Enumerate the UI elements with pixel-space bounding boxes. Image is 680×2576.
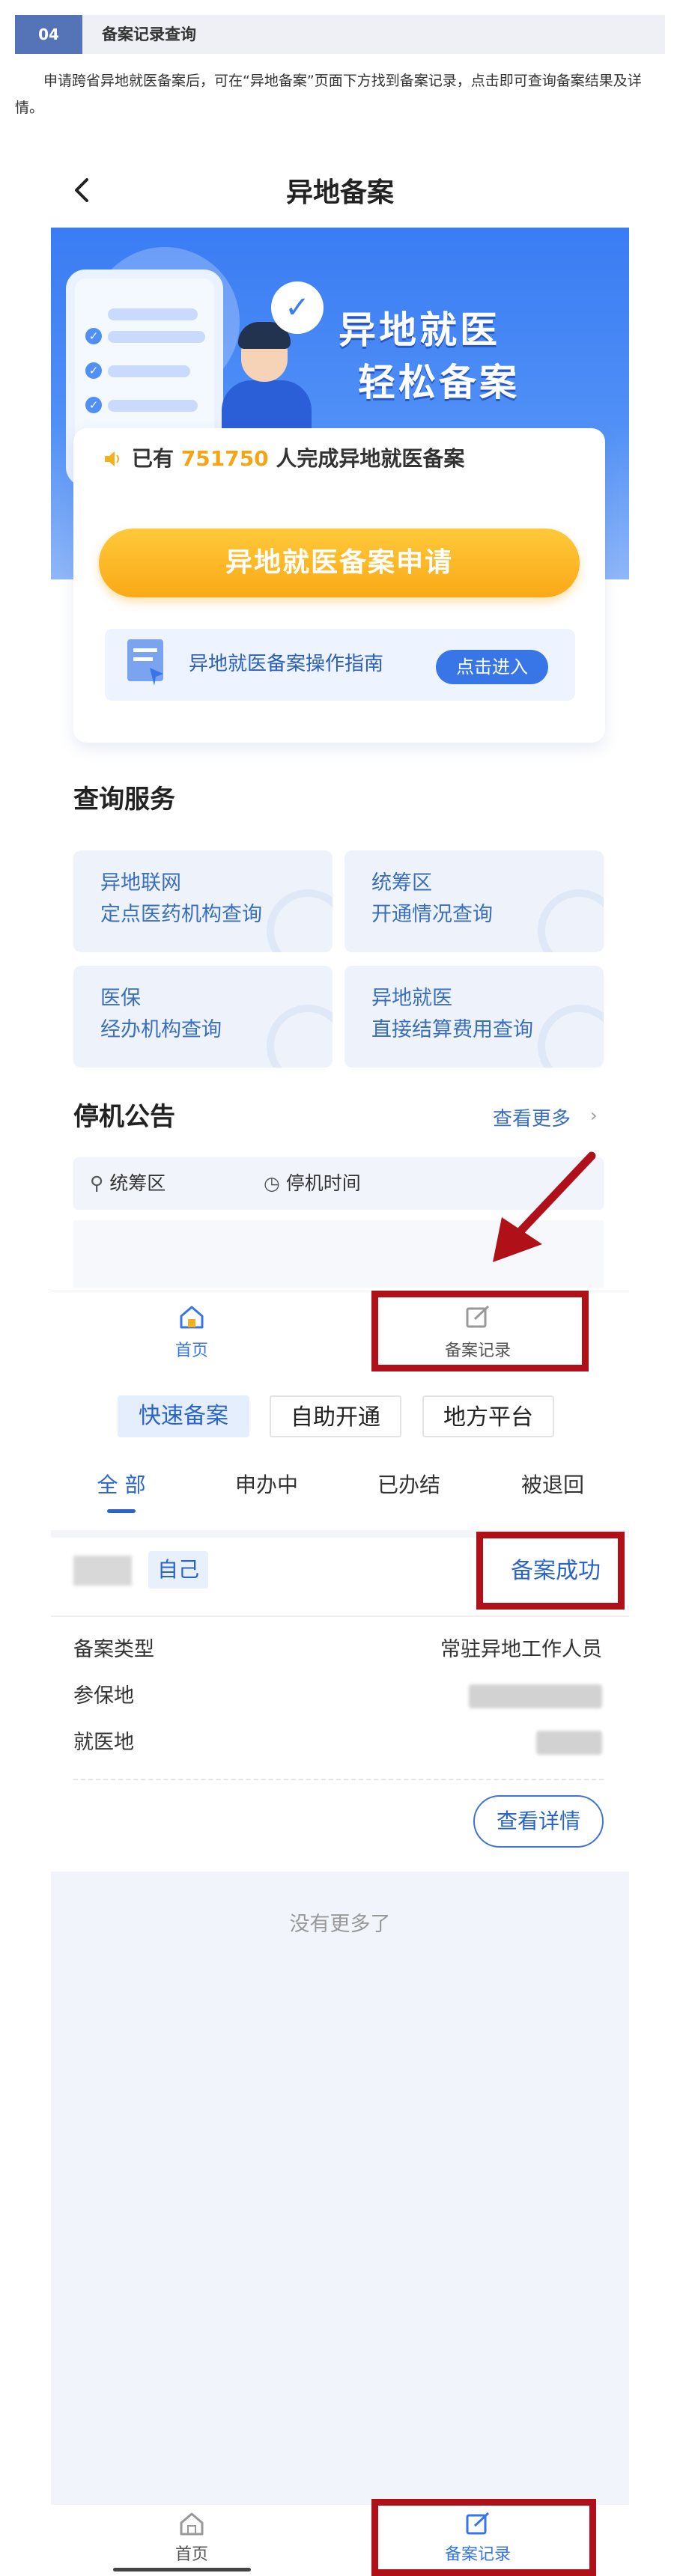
tab-home-2[interactable]: 首页 (150, 2541, 234, 2565)
highlight-box-records-tab (371, 1291, 589, 1371)
record-field-label: 备案类型 (73, 1638, 154, 1661)
blurred-name (73, 1556, 132, 1586)
record-field-value: 常驻异地工作人员 (440, 1638, 602, 1661)
intro-paragraph: 申请跨省异地就医备案后，可在“异地备案”页面下方找到备案记录，点击即可查询备案结… (15, 73, 642, 116)
check-icon: ✓ (85, 397, 102, 413)
row-divider (51, 1616, 629, 1617)
check-icon: ✓ (85, 362, 102, 379)
notice-col-area: ⚲ 统筹区 (90, 1172, 166, 1194)
home-icon (180, 2512, 204, 2536)
banner-slogan: 异地就医 轻松备案 (339, 308, 520, 404)
home-icon (180, 1306, 204, 1329)
chip-quick-filing[interactable]: 快速备案 (118, 1395, 249, 1437)
blurred-value (469, 1684, 602, 1708)
query-tile-settlement-fees[interactable]: 异地就医 直接结算费用查询 (344, 966, 604, 1068)
list-footer-area (51, 1872, 629, 2515)
checkmark-bubble-icon: ✓ (271, 281, 324, 334)
highlight-box-status (476, 1532, 625, 1610)
tab-returned[interactable]: 被退回 (485, 1469, 620, 1499)
outage-notice-heading: 停机公告 (73, 1102, 175, 1132)
record-field-label: 就医地 (73, 1731, 134, 1754)
self-tag: 自己 (148, 1551, 208, 1589)
home-indicator (113, 2568, 251, 2572)
view-more-link[interactable]: 查看更多 (493, 1103, 571, 1131)
completion-stat: 已有 751750 人完成异地就医备案 (132, 446, 465, 471)
section-title: 备案记录查询 (102, 25, 196, 43)
document-guide-icon (127, 639, 163, 686)
query-tile-coordination-area[interactable]: 统筹区 开通情况查询 (344, 850, 604, 952)
no-more-text: 没有更多了 (289, 1913, 391, 1936)
query-tile-network-institutions[interactable]: 异地联网 定点医药机构查询 (73, 850, 333, 952)
active-tab-indicator (107, 1509, 136, 1513)
blurred-value (536, 1731, 602, 1755)
clock-icon: ◷ (264, 1172, 280, 1194)
query-services-heading: 查询服务 (73, 785, 175, 814)
location-pin-icon: ⚲ (90, 1172, 104, 1194)
section-number: 04 (15, 15, 82, 54)
tab-all[interactable]: 全 部 (54, 1469, 189, 1499)
guide-text: 异地就医备案操作指南 (189, 653, 384, 675)
speaker-icon (105, 451, 119, 466)
completion-count: 751750 (180, 446, 269, 471)
guide-enter-button[interactable]: 点击进入 (436, 650, 548, 684)
tile-watermark-icon (538, 889, 604, 952)
highlight-box-records-tab-2 (371, 2499, 596, 2576)
notice-col-time: ◷ 停机时间 (264, 1172, 361, 1194)
tile-watermark-icon (267, 1005, 333, 1068)
tab-home[interactable]: 首页 (150, 1337, 234, 1361)
chevron-right-icon: › (590, 1105, 598, 1126)
red-pointer-arrow (493, 1151, 596, 1262)
tab-completed[interactable]: 已办结 (341, 1469, 476, 1499)
view-details-button[interactable]: 查看详情 (473, 1795, 604, 1848)
apply-button[interactable]: 异地就医备案申请 (99, 529, 580, 597)
check-icon: ✓ (85, 328, 102, 344)
tile-watermark-icon (538, 1005, 604, 1068)
query-tile-agencies[interactable]: 医保 经办机构查询 (73, 966, 333, 1068)
record-field-label: 参保地 (73, 1684, 134, 1708)
dashed-divider (73, 1779, 604, 1780)
chip-local-platform[interactable]: 地方平台 (422, 1395, 554, 1437)
chip-self-service[interactable]: 自助开通 (270, 1395, 401, 1437)
page-title: 异地备案 (285, 177, 394, 208)
tab-in-progress[interactable]: 申办中 (199, 1469, 334, 1499)
tile-watermark-icon (267, 889, 333, 952)
